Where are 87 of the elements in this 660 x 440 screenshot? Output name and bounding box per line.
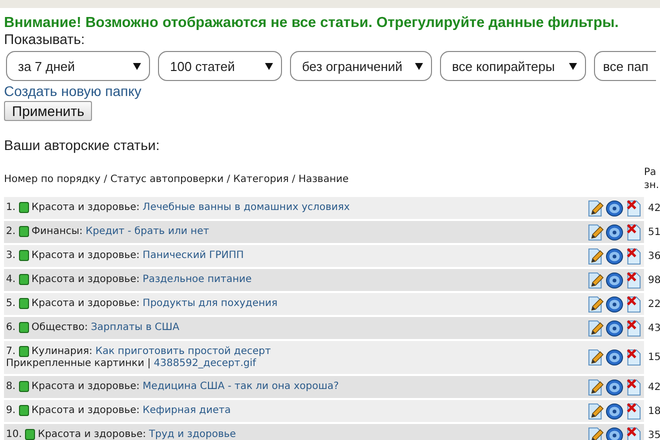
edit-icon[interactable] bbox=[587, 402, 604, 420]
edit-icon[interactable] bbox=[587, 426, 604, 440]
filter-dropdown[interactable]: все копирайтеры bbox=[440, 51, 586, 81]
disc-icon[interactable] bbox=[606, 200, 623, 216]
delete-icon[interactable] bbox=[625, 248, 642, 264]
caret-icon bbox=[133, 62, 141, 70]
row-number: 10. bbox=[6, 429, 22, 440]
category-label: Красота и здоровье: bbox=[32, 202, 140, 213]
row-number: 7. bbox=[6, 346, 16, 357]
row-number: 6. bbox=[6, 322, 16, 333]
article-link[interactable]: Медицина США - так ли она хороша? bbox=[142, 381, 339, 392]
category-label: Красота и здоровье: bbox=[32, 381, 140, 392]
article-link[interactable]: Зарплаты в США bbox=[90, 322, 180, 333]
category-label: Кулинария: bbox=[32, 346, 92, 357]
table-cell-text: 35 bbox=[647, 428, 660, 440]
article-link[interactable]: Труд и здоровье bbox=[149, 429, 236, 440]
table-cell-text: 51 bbox=[647, 226, 660, 240]
edit-icon[interactable] bbox=[587, 224, 604, 240]
edit-icon[interactable] bbox=[587, 200, 604, 216]
table-cell-text: 42 bbox=[647, 380, 660, 394]
edit-icon[interactable] bbox=[587, 296, 604, 312]
table-cell-text: 42 bbox=[647, 202, 660, 216]
caret-icon bbox=[569, 62, 577, 70]
delete-icon[interactable] bbox=[625, 272, 642, 288]
table-cell-text: 15 bbox=[647, 351, 660, 365]
disc-icon[interactable] bbox=[606, 320, 623, 336]
disc-icon[interactable] bbox=[606, 296, 623, 312]
edit-icon[interactable] bbox=[587, 248, 604, 264]
row-number: 2. bbox=[6, 226, 16, 237]
delete-icon[interactable] bbox=[625, 296, 642, 312]
delete-icon[interactable] bbox=[625, 224, 642, 240]
edit-icon[interactable] bbox=[587, 378, 604, 396]
create-folder-link[interactable]: Создать новую папку bbox=[0, 81, 142, 99]
category-label: Общество: bbox=[32, 322, 88, 333]
row-number: 1. bbox=[6, 202, 16, 213]
row-number: 4. bbox=[6, 274, 16, 285]
disc-icon[interactable] bbox=[606, 272, 623, 288]
article-link[interactable]: Как приготовить простой десерт bbox=[95, 346, 271, 357]
category-label: Красота и здоровье: bbox=[32, 298, 140, 309]
attachment-label: Прикрепленные картинки | bbox=[6, 358, 151, 369]
table-cell-text: 98 bbox=[647, 274, 660, 288]
table-cell-text: 18 bbox=[647, 404, 660, 418]
table-cell-text: 22 bbox=[647, 298, 660, 312]
article-link[interactable]: Кредит - брать или нет bbox=[86, 226, 210, 237]
delete-icon[interactable] bbox=[625, 320, 642, 336]
filter-label: Показывать: bbox=[3, 31, 86, 48]
article-link[interactable]: Лечебные ванны в домашних условиях bbox=[142, 202, 350, 213]
caret-icon bbox=[415, 62, 423, 70]
disc-icon[interactable] bbox=[606, 378, 623, 396]
edit-icon[interactable] bbox=[587, 349, 604, 366]
delete-icon[interactable] bbox=[625, 349, 642, 366]
table-cell-text: 36 bbox=[647, 250, 660, 264]
filter-dropdown[interactable]: без ограничений bbox=[290, 51, 432, 81]
table-cell-text: 43 bbox=[647, 322, 660, 336]
category-label: Красота и здоровье: bbox=[32, 405, 140, 416]
apply-button[interactable]: Применить bbox=[4, 101, 92, 121]
delete-icon[interactable] bbox=[625, 200, 642, 216]
filter-dropdown[interactable]: все пап bbox=[594, 51, 656, 81]
article-link[interactable]: Панический ГРИПП bbox=[142, 250, 244, 261]
edit-icon[interactable] bbox=[587, 272, 604, 288]
caret-icon bbox=[265, 62, 273, 70]
edit-icon[interactable] bbox=[587, 320, 604, 336]
row-number: 5. bbox=[6, 298, 16, 309]
column-header: Номер по порядку / Статус автопроверки / Категория / Название bbox=[4, 174, 349, 184]
delete-icon[interactable] bbox=[625, 426, 642, 440]
row-number: 9. bbox=[6, 405, 16, 416]
article-link[interactable]: Продукты для похудения bbox=[142, 298, 278, 309]
row-number: 8. bbox=[6, 381, 16, 392]
attachment-link[interactable]: 4388592_десерт.gif bbox=[154, 358, 256, 369]
delete-icon[interactable] bbox=[625, 378, 642, 396]
category-label: Красота и здоровье: bbox=[32, 274, 140, 285]
warning-message: Внимание! Возможно отображаются не все статьи. Отрегулируйте данные фильтры. bbox=[3, 14, 620, 31]
category-label: Красота и здоровье: bbox=[32, 250, 140, 261]
category-label: Финансы: bbox=[32, 226, 83, 237]
section-title: Ваши авторские статьи: bbox=[3, 136, 161, 153]
disc-icon[interactable] bbox=[606, 349, 623, 366]
disc-icon[interactable] bbox=[606, 248, 623, 264]
article-link[interactable]: Раздельное питание bbox=[142, 274, 252, 285]
disc-icon[interactable] bbox=[606, 224, 623, 240]
delete-icon[interactable] bbox=[625, 402, 642, 420]
filter-dropdown[interactable]: за 7 дней bbox=[6, 51, 150, 81]
row-number: 3. bbox=[6, 250, 16, 261]
disc-icon[interactable] bbox=[606, 402, 623, 420]
category-label: Красота и здоровье: bbox=[38, 429, 146, 440]
article-link[interactable]: Кефирная диета bbox=[142, 405, 231, 416]
column-header: Ра зн. bbox=[644, 166, 660, 192]
filter-dropdown[interactable]: 100 статей bbox=[158, 51, 282, 81]
